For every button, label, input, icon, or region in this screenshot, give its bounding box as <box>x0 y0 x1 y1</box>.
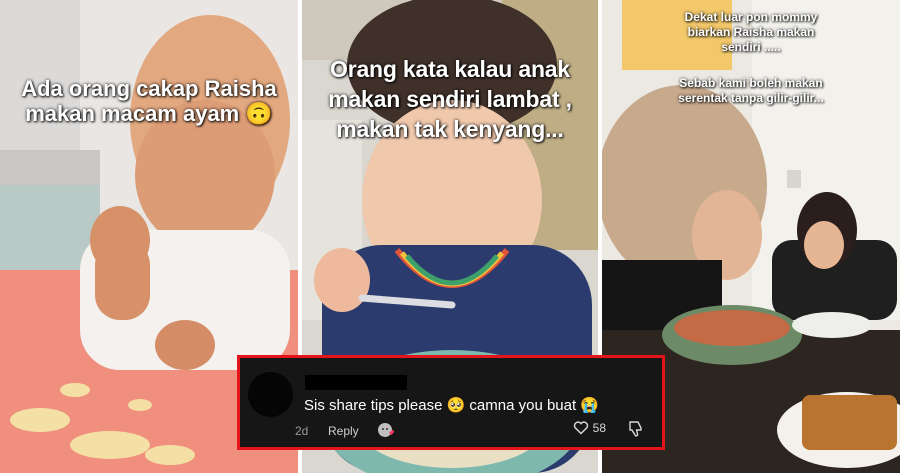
caption-line: sendiri ..... <box>721 40 781 54</box>
panel-3-caption-top: Dekat luar pon mommy biarkan Raisha maka… <box>602 10 900 55</box>
redacted-username <box>305 375 407 390</box>
caption-line: serentak tanpa gilir-gilir... <box>678 91 824 105</box>
comment-text: Sis share tips please 🥺 camna you buat 😭 <box>304 397 599 414</box>
comment-card: Sis share tips please 🥺 camna you buat 😭… <box>237 355 665 450</box>
caption-line: makan tak kenyang... <box>336 116 564 142</box>
panel-3-caption-bottom: Sebab kami boleh makan serentak tanpa gi… <box>602 76 900 106</box>
panel-2-caption: Orang kata kalau anak makan sendiri lamb… <box>302 54 598 144</box>
caption-line: Dekat luar pon mommy <box>684 10 818 24</box>
caption-line: Sebab kami boleh makan <box>679 76 823 90</box>
panel-1-caption: Ada orang cakap Raisha makan macam ayam … <box>0 76 298 126</box>
caption-line: makan sendiri lambat , <box>328 86 572 112</box>
caption-line: Ada orang cakap Raisha <box>21 76 277 101</box>
avatar[interactable] <box>248 372 293 417</box>
reply-button[interactable]: Reply <box>328 424 359 438</box>
comment-time: 2d <box>295 424 309 438</box>
heart-icon <box>573 421 588 435</box>
reaction-sticker-icon[interactable] <box>377 421 395 439</box>
caption-line: biarkan Raisha makan <box>687 25 815 39</box>
like-count: 58 <box>592 420 606 435</box>
dislike-icon[interactable] <box>628 420 644 437</box>
caption-line: Orang kata kalau anak <box>330 56 570 82</box>
like-button[interactable]: 58 <box>573 420 606 435</box>
caption-line: makan macam ayam 🙃 <box>25 101 273 126</box>
